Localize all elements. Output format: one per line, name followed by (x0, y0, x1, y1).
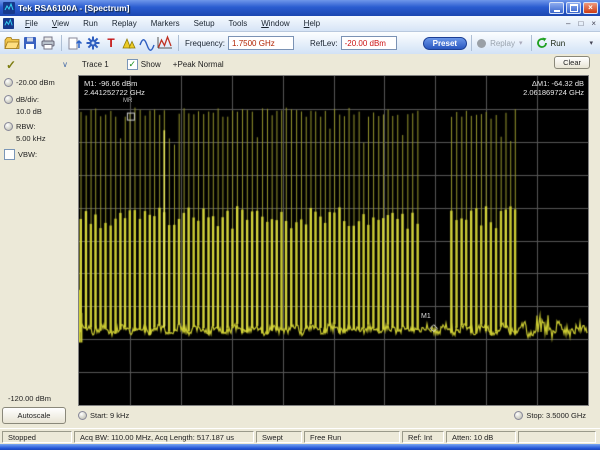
main-toolbar: T Frequency: RefLev: Preset Replay ▾ Run… (0, 32, 600, 54)
toolbar-separator (471, 35, 473, 51)
vbw-checkbox[interactable]: ✓ (4, 149, 15, 160)
menu-help[interactable]: Help (297, 16, 327, 32)
open-folder-icon[interactable] (4, 35, 20, 51)
waveform-icon[interactable] (139, 35, 155, 51)
status-state: Stopped (2, 430, 72, 443)
mdi-restore-button[interactable]: □ (574, 19, 587, 28)
stop-freq-knob-icon[interactable] (514, 411, 524, 420)
app-window: Tek RSA6100A - [Spectrum] × File View Ru… (0, 0, 600, 450)
ref-level-knob-icon[interactable] (4, 78, 13, 87)
autoscale-button[interactable]: Autoscale (2, 407, 66, 424)
menu-tools[interactable]: Tools (222, 16, 255, 32)
start-freq-knob-icon[interactable] (78, 411, 87, 420)
db-div-label: dB/div: (16, 95, 39, 104)
print-icon[interactable] (40, 35, 56, 51)
menu-replay[interactable]: Replay (105, 16, 144, 32)
restore-icon (569, 4, 578, 12)
bottom-level-label: -120.00 dBm (8, 394, 51, 403)
trace-panel-chevron-icon[interactable]: ∨ (62, 60, 68, 69)
replay-button[interactable]: Replay (476, 38, 515, 49)
restore-button[interactable] (566, 2, 581, 14)
menu-setup[interactable]: Setup (187, 16, 222, 32)
save-icon[interactable] (22, 35, 38, 51)
start-value[interactable]: 9 kHz (110, 411, 129, 420)
stop-value[interactable]: 3.5000 GHz (546, 411, 586, 420)
toolbar-separator (61, 35, 62, 51)
db-div-value[interactable]: 10.0 dB (16, 107, 42, 116)
peak-marker-icon[interactable] (121, 35, 137, 51)
toolbar-separator (530, 35, 532, 51)
title-bar: Tek RSA6100A - [Spectrum] × (0, 0, 600, 16)
detector-label: +Peak Normal (172, 60, 224, 69)
trace-settings-bar: ✓ ∨ Trace 1 ✓ Show +Peak Normal Clear (0, 54, 600, 75)
mdi-close-button[interactable]: × (587, 19, 600, 28)
status-bar: Stopped Acq BW: 110.00 MHz, Acq Length: … (0, 428, 600, 444)
status-acquisition: Acq BW: 110.00 MHz, Acq Length: 517.187 … (74, 430, 254, 443)
taskbar-edge (0, 444, 600, 450)
trace-display-icon[interactable] (157, 35, 173, 51)
menu-run[interactable]: Run (76, 16, 105, 32)
menu-window[interactable]: Window (254, 16, 296, 32)
settings-sidebar: -20.00 dBm dB/div: 10.0 dB RBW: 5.00 kHz… (0, 75, 78, 406)
reflev-label: RefLev: (310, 38, 338, 48)
show-checkbox[interactable]: ✓ (126, 59, 138, 70)
app-icon (3, 2, 15, 14)
frequency-input[interactable] (228, 36, 295, 50)
rbw-label: RBW: (16, 122, 36, 131)
status-reference: Ref: Int (402, 430, 444, 443)
status-spacer (518, 430, 596, 443)
clear-button[interactable]: Clear (554, 56, 590, 69)
mdi-minimize-button[interactable]: – (562, 19, 574, 28)
show-label: Show (140, 60, 161, 69)
replay-icon (477, 38, 487, 48)
rbw-knob-icon[interactable] (4, 122, 13, 131)
replay-dropdown-arrow[interactable]: ▾ (515, 39, 527, 47)
marker-ref-label: MR (123, 98, 133, 104)
toolbar-separator (178, 35, 179, 51)
window-title: Tek RSA6100A - [Spectrum] (18, 3, 130, 13)
text-label-icon[interactable]: T (103, 35, 119, 51)
marker-m1-label[interactable]: M1 (421, 313, 431, 320)
preset-button[interactable]: Preset (422, 36, 468, 50)
ref-level-value[interactable]: -20.00 dBm (16, 78, 55, 87)
axis-row: Start: 9 kHz Stop: 3.5000 GHz (78, 407, 590, 424)
vbw-label: VBW: (18, 150, 38, 159)
menu-bar: File View Run Replay Markers Setup Tools… (0, 16, 600, 32)
run-icon (536, 37, 547, 48)
spectrum-canvas[interactable] (79, 76, 588, 405)
close-button[interactable]: × (583, 2, 598, 14)
rbw-value[interactable]: 5.00 kHz (16, 134, 46, 143)
status-sweep: Swept (256, 430, 302, 443)
status-attenuation: Atten: 10 dB (446, 430, 516, 443)
trace-selector[interactable]: Trace 1 (82, 60, 109, 69)
spectrum-display: M1: -96.66 dBm 2.441252722 GHz ΔM1: -64.… (78, 75, 589, 406)
menu-markers[interactable]: Markers (144, 16, 187, 32)
frequency-label: Frequency: (185, 38, 226, 48)
delta-marker-readout: ΔM1: -64.32 dB 2.061869724 GHz (523, 79, 584, 97)
toolbar-overflow-arrow[interactable]: ▾ (585, 39, 597, 47)
menu-view[interactable]: View (45, 16, 76, 32)
settings-gear-icon[interactable] (85, 35, 101, 51)
start-label: Start: (90, 411, 108, 420)
status-trigger: Free Run (304, 430, 400, 443)
minimize-button[interactable] (549, 2, 564, 14)
recall-data-icon[interactable] (67, 35, 83, 51)
marker-readout: M1: -96.66 dBm 2.441252722 GHz (84, 79, 145, 97)
stop-label: Stop: (526, 411, 544, 420)
document-icon[interactable] (3, 18, 14, 29)
minimize-icon (553, 10, 560, 12)
db-div-knob-icon[interactable] (4, 95, 13, 104)
menu-file[interactable]: File (18, 16, 45, 32)
reflev-input[interactable] (340, 36, 397, 50)
display-check-icon: ✓ (6, 57, 17, 72)
run-button[interactable]: Run (536, 37, 565, 49)
